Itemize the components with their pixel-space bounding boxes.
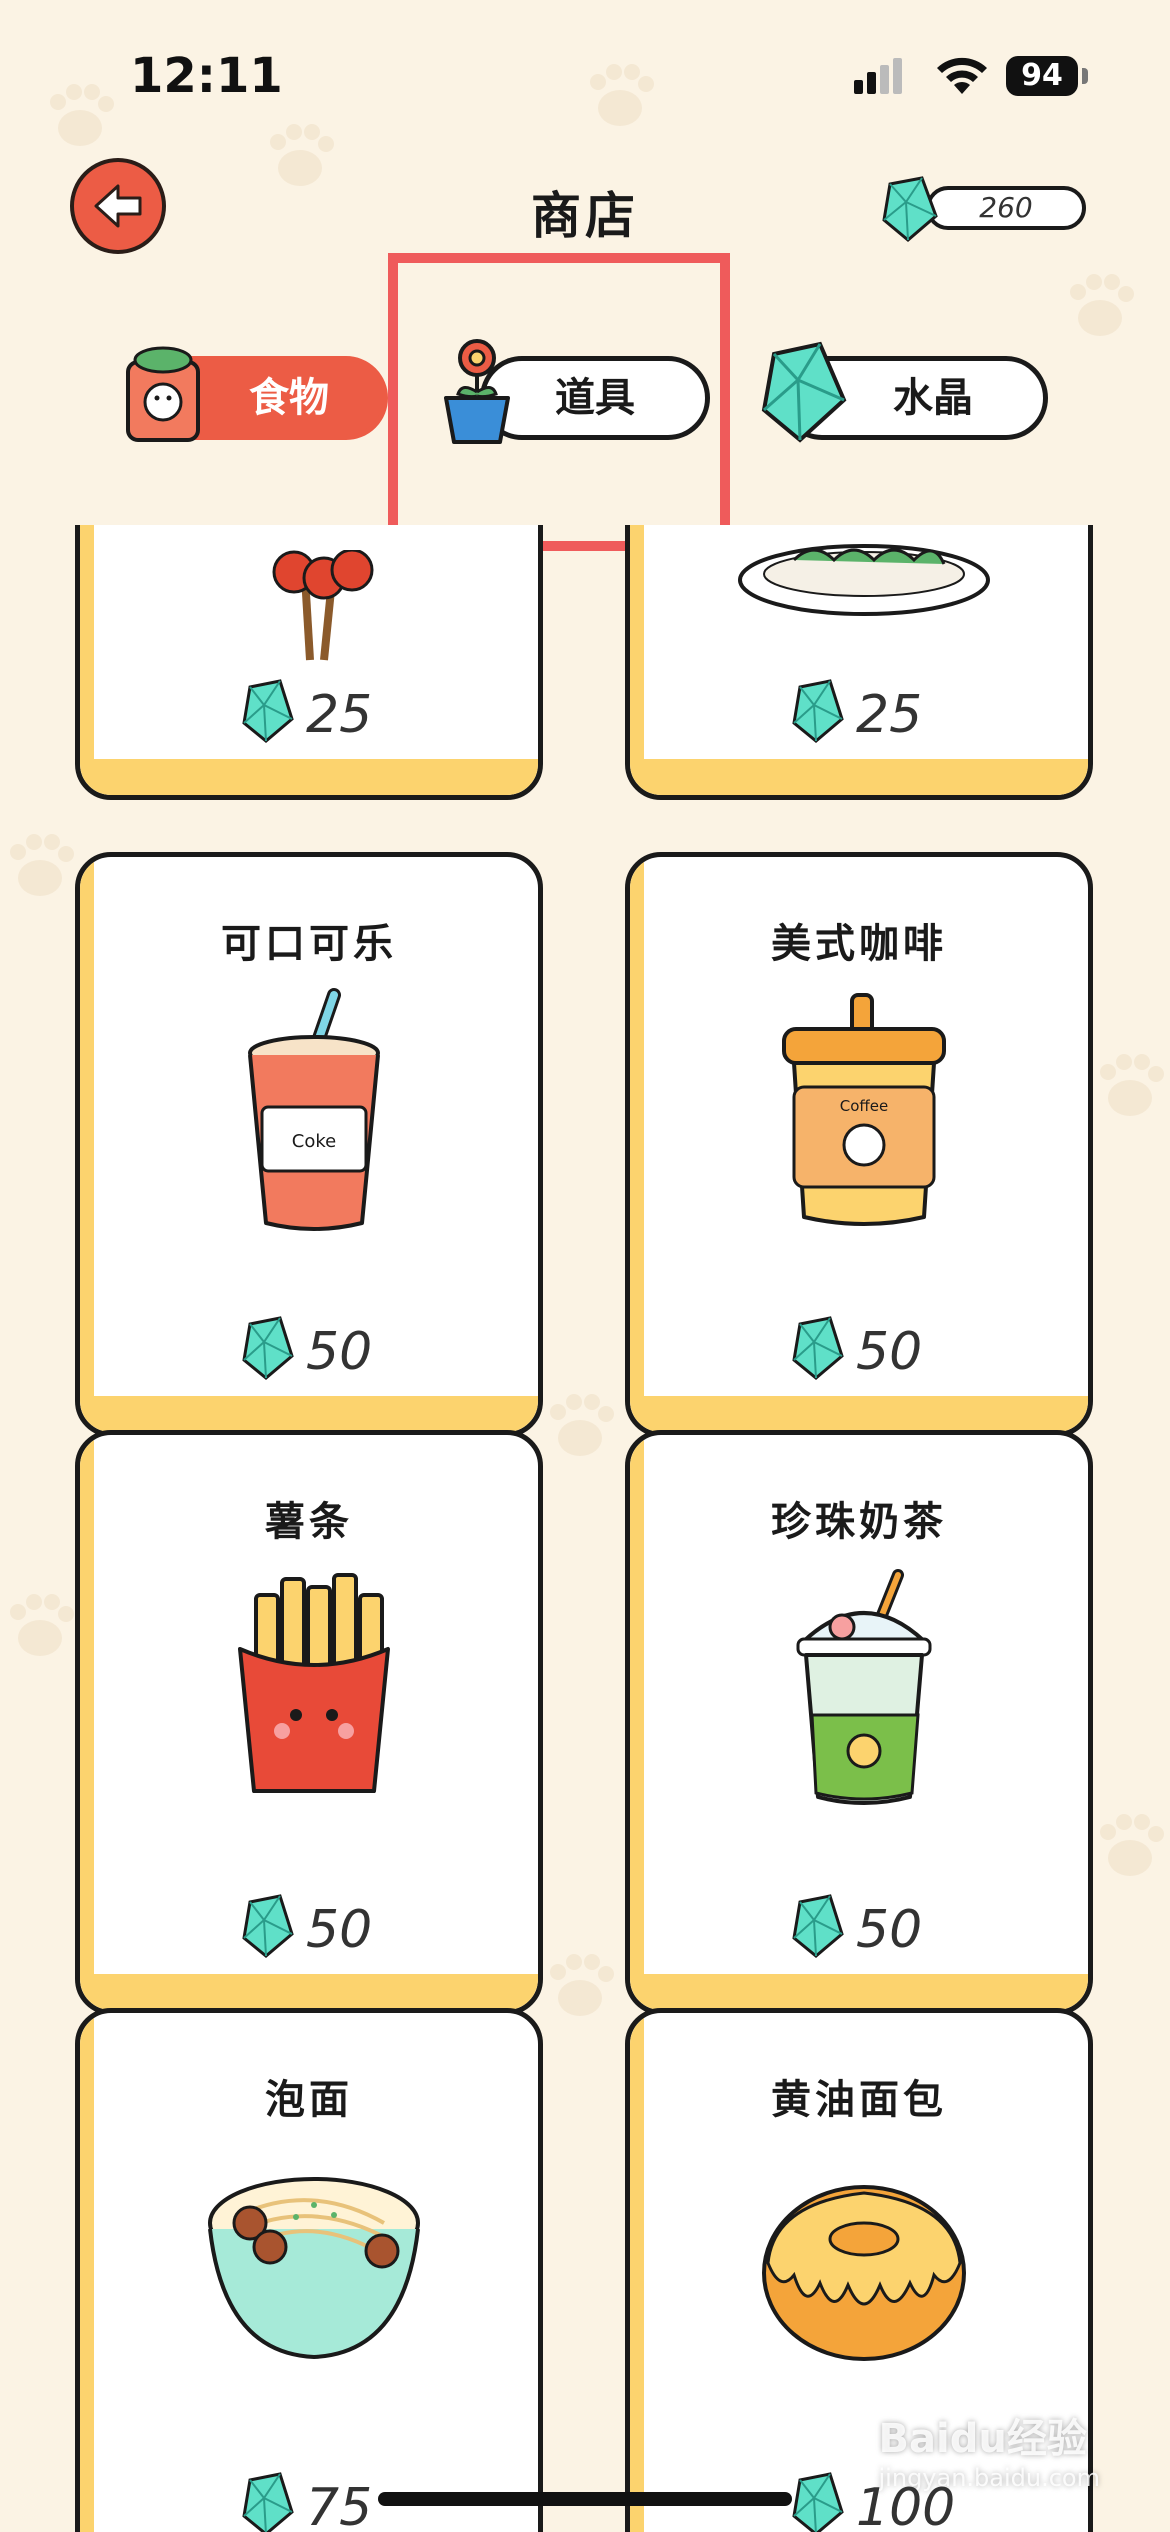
item-price-value: 50: [306, 1322, 373, 1382]
coffee-cup-icon: Coffee: [782, 993, 946, 1226]
fries-icon: [238, 1573, 390, 1793]
shop-item-card[interactable]: 25: [625, 525, 1093, 800]
item-name: 可口可乐: [221, 921, 397, 967]
battery-indicator: 94: [1006, 56, 1078, 96]
svg-text:Coke: Coke: [292, 1131, 336, 1152]
item-price-value: 100: [856, 2478, 956, 2532]
cellular-signal-icon: [854, 58, 902, 94]
item-price-value: 25: [306, 685, 373, 745]
tab-food-label: 食物: [249, 375, 329, 421]
item-price-value: 50: [856, 1900, 923, 1960]
crystal-icon: [242, 2472, 294, 2532]
item-name: 珍珠奶茶: [771, 1499, 947, 1545]
shop-item-card[interactable]: 泡面 75: [75, 2008, 543, 2532]
battery-tip: [1082, 68, 1088, 84]
annotation-highlight: [388, 253, 730, 551]
status-time: 12:11: [130, 48, 283, 104]
crystal-icon: [792, 1316, 844, 1380]
status-bar: 12:11 94: [0, 0, 1170, 140]
item-name: 美式咖啡: [771, 921, 947, 967]
shop-item-card[interactable]: 美式咖啡 Coffee 50: [625, 852, 1093, 1437]
item-name: 薯条: [265, 1499, 353, 1545]
crystal-icon: [761, 341, 847, 443]
home-indicator[interactable]: [378, 2492, 792, 2506]
gem-balance: 260: [880, 176, 1090, 242]
butter-bread-icon: [762, 2185, 966, 2361]
crystal-icon: [792, 1894, 844, 1958]
tab-crystal-label: 水晶: [893, 375, 973, 421]
item-name: 黄油面包: [771, 2077, 947, 2123]
crystal-icon: [792, 679, 844, 743]
item-price-value: 50: [856, 1322, 923, 1382]
shop-item-card[interactable]: 25: [75, 525, 543, 800]
crystal-icon: [242, 1316, 294, 1380]
shop-item-card[interactable]: 可口可乐 Coke 50: [75, 852, 543, 1437]
pet-food-bag-icon: [126, 346, 200, 442]
crystal-icon: [882, 176, 938, 242]
crystal-icon: [242, 1894, 294, 1958]
item-price-value: 25: [856, 685, 923, 745]
watermark-brand: Baidu经验: [878, 2416, 1087, 2462]
gem-balance-value: 260: [926, 186, 1086, 230]
noodle-bowl-icon: [208, 2177, 420, 2360]
sushi-plate-icon: [738, 544, 990, 616]
shop-item-card[interactable]: 珍珠奶茶 50: [625, 1430, 1093, 2015]
svg-text:Coffee: Coffee: [840, 1097, 888, 1115]
crystal-icon: [792, 2472, 844, 2532]
bubble-tea-icon: [796, 1569, 932, 1805]
shop-item-card[interactable]: 薯条 50: [75, 1430, 543, 2015]
item-price-value: 75: [306, 2478, 373, 2532]
item-name: 泡面: [265, 2077, 353, 2123]
item-grid[interactable]: 25 25 可口可乐 Coke 50 美式咖啡 Coffee 50 薯条 50 …: [0, 525, 1170, 2532]
crystal-icon: [242, 679, 294, 743]
wifi-icon: [937, 57, 987, 94]
cola-cup-icon: Coke: [248, 988, 380, 1231]
item-price-value: 50: [306, 1900, 373, 1960]
